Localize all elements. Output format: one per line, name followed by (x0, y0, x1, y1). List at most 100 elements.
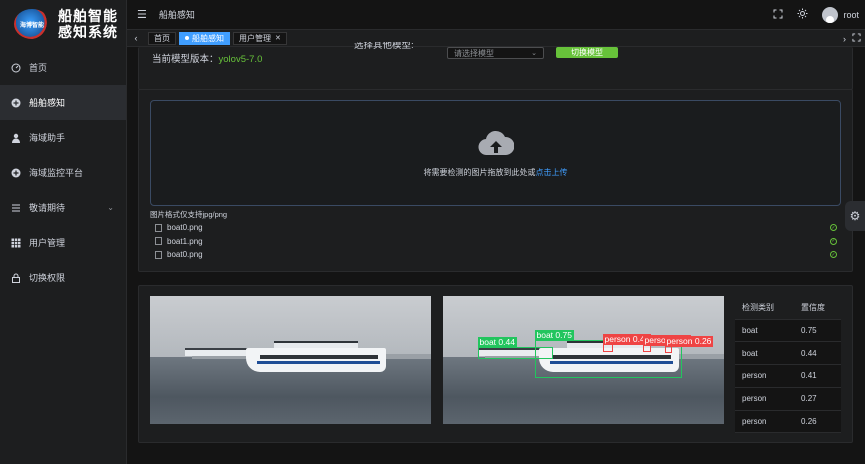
dashboard-icon (11, 63, 21, 73)
column-header-class: 检测类别 (735, 296, 795, 320)
close-icon[interactable]: ✕ (275, 34, 281, 42)
upload-hint-text: 将需要检测的图片拖放到此处或 (423, 167, 536, 177)
sidebar-item-label: 海域助手 (29, 133, 66, 143)
upload-file-list: 图片格式仅支持jpg/png boat0.png ✓ boat1.png ✓ b… (150, 209, 841, 262)
tab-label: 首页 (154, 33, 170, 43)
sidebar-item-label: 船舶感知 (29, 98, 66, 108)
sidebar-item-label: 首页 (29, 63, 48, 73)
switch-model-button[interactable]: 切换模型 (556, 47, 618, 58)
detection-box-person: person 0.41 (602, 334, 652, 352)
app-title: 船舶智能 感知系统 (58, 8, 118, 40)
cell-confidence: 0.44 (794, 341, 841, 366)
sidebar-item-home[interactable]: 首页 (0, 50, 126, 85)
cell-class: boat (735, 341, 795, 366)
table-row: person 0.41 (735, 364, 841, 388)
cell-class: person (735, 364, 795, 388)
username[interactable]: root (843, 10, 859, 20)
file-name: boat0.png (167, 250, 203, 260)
table-row: boat 0.75 (735, 319, 841, 343)
current-model: 当前模型版本：yolov5-7.0 (152, 51, 262, 65)
theme-toggle-icon[interactable] (797, 8, 808, 22)
file-icon (155, 237, 162, 246)
lock-icon (11, 273, 21, 283)
list-item[interactable]: boat1.png ✓ (150, 235, 841, 249)
table-row: person 0.27 (735, 387, 841, 411)
sidebar-menu: 首页 船舶感知 海域助手 海域监控平台 敬请期待 ⌄ 用户管理 切换权限 (0, 50, 126, 295)
tab-label: 船舶感知 (192, 33, 224, 43)
detection-box-person: person 0.27 (642, 335, 692, 352)
detection-box-boat: boat 0.44 (477, 337, 553, 359)
cell-class: boat (735, 319, 795, 343)
tab-home[interactable]: 首页 (148, 31, 176, 45)
success-check-icon: ✓ (830, 224, 837, 232)
original-image (150, 296, 431, 424)
chevron-down-icon: ⌄ (107, 203, 114, 212)
user-icon (11, 133, 21, 143)
model-select-placeholder: 请选择模型 (454, 48, 494, 58)
sidebar-item-label: 切换权限 (29, 273, 66, 283)
tab-user-management[interactable]: 用户管理 ✕ (233, 31, 287, 45)
detection-label: person 0.26 (664, 336, 714, 347)
sidebar-item-switch-permission[interactable]: 切换权限 (0, 260, 126, 295)
sidebar-item-sea-monitor[interactable]: 海域监控平台 (0, 155, 126, 190)
file-name: boat0.png (167, 223, 203, 233)
detection-label: boat 0.75 (534, 330, 574, 341)
cloud-upload-icon (478, 130, 514, 155)
table-header-row: 检测类别 置信度 (735, 296, 841, 320)
fullscreen-icon[interactable] (773, 9, 783, 22)
list-icon (11, 203, 21, 213)
current-model-value: yolov5-7.0 (218, 54, 263, 65)
app-title-line2: 感知系统 (58, 24, 118, 40)
list-item[interactable]: boat0.png ✓ (150, 248, 841, 262)
tabs-bar: ‹ 首页 船舶感知 用户管理 ✕ › (127, 30, 865, 47)
click-upload-link[interactable]: 点击上传 (536, 168, 568, 177)
select-model-label: 选择其他模型: (354, 42, 414, 51)
tabs-scroll-left-icon[interactable]: ‹ (127, 33, 145, 43)
success-check-icon: ✓ (830, 251, 837, 259)
sidebar: 海博智能 船舶智能 感知系统 首页 船舶感知 海域助手 海域监控平台 敬请期待 … (0, 0, 127, 464)
cell-class: person (735, 387, 795, 411)
active-dot-icon (185, 36, 189, 40)
menu-toggle-icon[interactable]: ☰ (137, 8, 147, 21)
grid-icon (11, 238, 21, 248)
sidebar-item-ship-perception[interactable]: 船舶感知 (0, 85, 126, 120)
cell-class: person (735, 410, 795, 434)
settings-gear-icon[interactable]: ⚙ (845, 201, 865, 231)
sidebar-item-sea-assistant[interactable]: 海域助手 (0, 120, 126, 155)
results-table: 检测类别 置信度 boat 0.75 boat 0.44 person 0.41 pe… (735, 296, 841, 434)
file-icon (155, 250, 162, 259)
sidebar-item-user-management[interactable]: 用户管理 (0, 225, 126, 260)
top-header: ☰ 船舶感知 root (127, 0, 865, 30)
tab-ship-perception[interactable]: 船舶感知 (179, 31, 230, 45)
cell-confidence: 0.41 (794, 364, 841, 388)
switch-model-label: 切换模型 (571, 48, 603, 57)
detection-label: boat 0.44 (477, 337, 517, 348)
app-title-line1: 船舶智能 (58, 8, 118, 24)
list-item[interactable]: boat0.png ✓ (150, 221, 841, 235)
file-icon (155, 223, 162, 232)
chevron-down-icon: ⌄ (531, 50, 537, 57)
sidebar-item-label: 敬请期待 (29, 203, 66, 213)
tabs-scroll-right-icon[interactable]: › (843, 34, 846, 44)
sidebar-item-label: 用户管理 (29, 238, 66, 248)
detection-box-person: person 0.26 (664, 336, 714, 353)
plus-circle-icon (11, 98, 21, 108)
sidebar-item-label: 海域监控平台 (29, 168, 84, 178)
sidebar-item-coming-soon[interactable]: 敬请期待 ⌄ (0, 190, 126, 225)
logo-badge: 海博智能 (19, 22, 44, 29)
breadcrumb[interactable]: 船舶感知 (159, 8, 195, 21)
tabs-actions: › (843, 30, 865, 47)
tabs-fullscreen-icon[interactable] (852, 33, 861, 44)
upload-dropzone[interactable]: 将需要检测的图片拖放到此处或点击上传 (150, 100, 841, 206)
model-select[interactable]: 请选择模型 ⌄ (447, 47, 544, 59)
current-model-label: 当前模型版本： (152, 54, 219, 65)
cell-confidence: 0.26 (794, 410, 841, 434)
avatar[interactable] (822, 7, 839, 23)
upload-hint: 将需要检测的图片拖放到此处或点击上传 (424, 167, 568, 178)
detected-image: boat 0.75 boat 0.44 person 0.41 person 0… (443, 296, 724, 424)
header-actions: root (773, 0, 859, 30)
success-check-icon: ✓ (830, 237, 837, 245)
plus-circle-icon (11, 168, 21, 178)
cell-confidence: 0.75 (794, 319, 841, 343)
column-header-confidence: 置信度 (794, 296, 841, 320)
